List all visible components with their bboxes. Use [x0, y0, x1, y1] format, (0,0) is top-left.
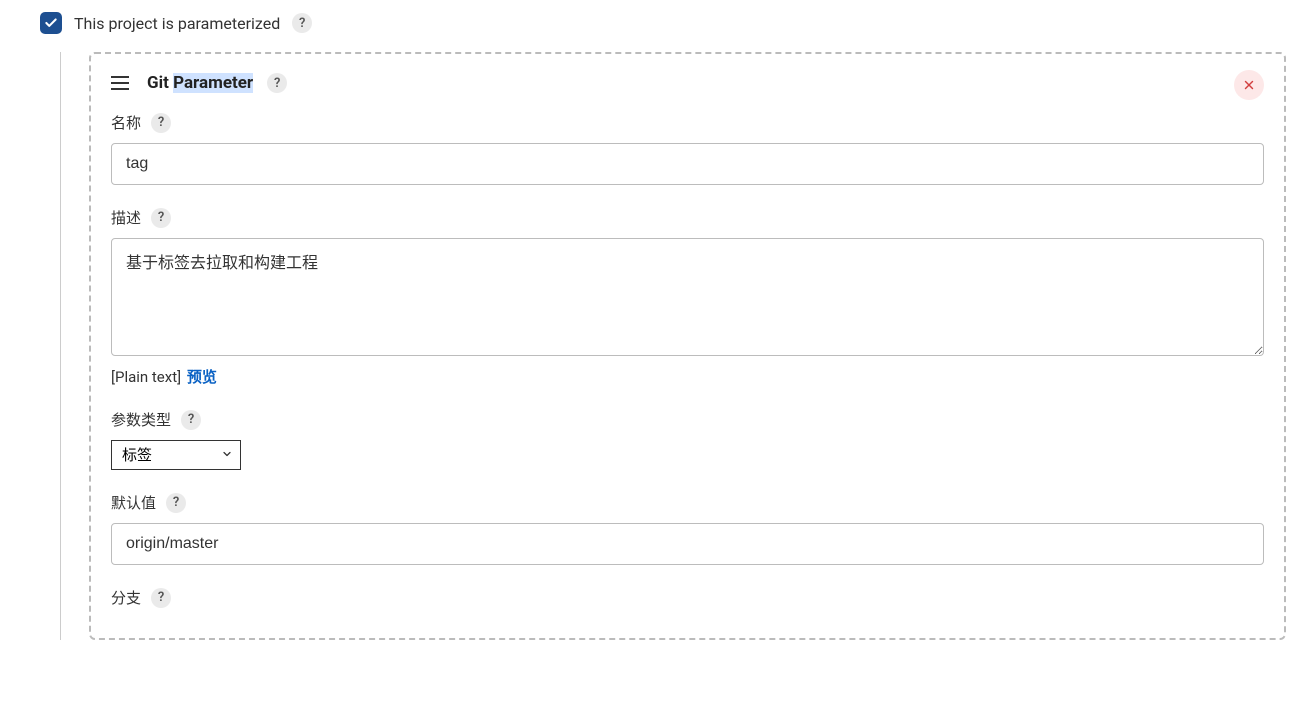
help-icon[interactable]: ? — [166, 493, 186, 513]
description-label: 描述 — [111, 207, 141, 228]
default-value-label: 默认值 — [111, 492, 156, 513]
help-icon[interactable]: ? — [181, 410, 201, 430]
name-label: 名称 — [111, 112, 141, 133]
parameterized-label: This project is parameterized — [74, 14, 280, 33]
drag-handle-icon[interactable] — [111, 72, 133, 94]
branch-label: 分支 — [111, 587, 141, 608]
parameter-title-highlight: Parameter — [173, 73, 253, 93]
help-icon[interactable]: ? — [151, 208, 171, 228]
check-icon — [44, 16, 58, 30]
parameter-title-prefix: Git — [147, 73, 173, 93]
help-icon[interactable]: ? — [151, 588, 171, 608]
parameterized-checkbox[interactable] — [40, 12, 62, 34]
preview-link[interactable]: 预览 — [187, 368, 217, 386]
param-type-select[interactable]: 标签 — [111, 440, 241, 470]
parameters-section: Git Parameter ? 名称 ? 描述 ? [Plain text] — [60, 52, 1296, 640]
parameter-title: Git Parameter — [147, 73, 253, 93]
git-parameter-box: Git Parameter ? 名称 ? 描述 ? [Plain text] — [89, 52, 1286, 640]
help-icon[interactable]: ? — [267, 73, 287, 93]
param-type-label: 参数类型 — [111, 409, 171, 430]
remove-parameter-button[interactable] — [1234, 70, 1264, 100]
close-icon — [1242, 78, 1256, 92]
name-input[interactable] — [111, 143, 1264, 185]
default-value-input[interactable] — [111, 523, 1264, 565]
help-icon[interactable]: ? — [151, 113, 171, 133]
description-textarea[interactable] — [111, 238, 1264, 356]
format-hint: [Plain text] — [111, 368, 181, 386]
help-icon[interactable]: ? — [292, 13, 312, 33]
